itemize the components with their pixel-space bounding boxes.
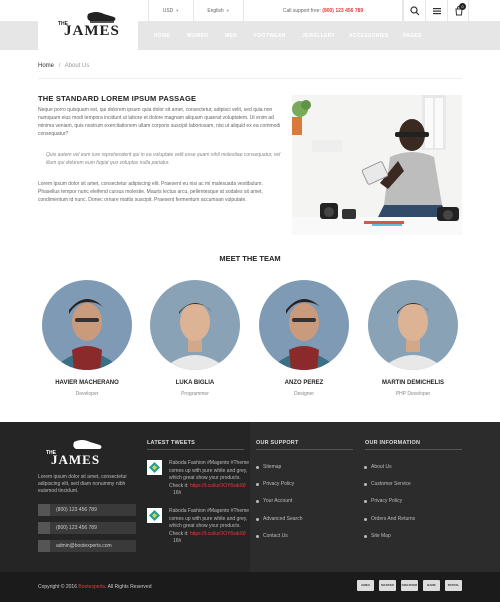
currency-value: USD xyxy=(162,8,174,14)
phone-text: (800) 123 456 789 xyxy=(56,507,97,513)
currency-select[interactable]: USD ▼ xyxy=(148,0,193,22)
member-role: PHP Developer xyxy=(395,391,431,397)
footer-link-privacy[interactable]: Privacy Policy xyxy=(255,481,294,487)
tweet-time: 16h xyxy=(173,490,182,496)
footer-link-account[interactable]: Your Account xyxy=(255,498,292,504)
nav-accessories[interactable]: ACCESSORIES xyxy=(349,22,389,50)
member-name: MARTIN DEMICHELIS xyxy=(382,380,444,386)
chevron-down-icon: ▼ xyxy=(175,8,180,13)
logo-name-text: JAMES xyxy=(64,23,120,39)
nav-footwear[interactable]: FOOTWEAR xyxy=(254,22,286,50)
support-phone[interactable]: (800) 123 456 789 xyxy=(322,8,363,14)
tweet-text: Raboda Fashion #Magento #Theme comes up … xyxy=(169,508,251,546)
divider xyxy=(365,449,462,450)
about-image xyxy=(292,95,462,235)
footer-logo-name: JAMES xyxy=(51,452,101,467)
phone-text: (800) 123 456 789 xyxy=(56,525,97,531)
chevron-down-icon: ▼ xyxy=(225,8,230,13)
logo[interactable]: THE JAMES xyxy=(38,5,138,50)
divider xyxy=(147,449,244,450)
breadcrumb-home[interactable]: Home xyxy=(38,63,54,69)
support-title: OUR SUPPORT xyxy=(256,440,299,446)
language-value: English xyxy=(207,8,224,14)
copyright-prefix: Copyright © 2016 xyxy=(38,584,77,590)
search-button[interactable] xyxy=(403,0,425,22)
about-paragraph-2: Lorem ipsum dolor sit amet, consectetur … xyxy=(38,181,263,203)
support-label: Call support free: xyxy=(282,8,321,14)
tweet-text: Raboda Fashion #Magento #Theme comes up … xyxy=(169,460,251,498)
tweet-avatar-icon xyxy=(147,508,162,523)
bank-icon: BANK xyxy=(423,580,440,591)
footer-email[interactable]: admin@bootexperts.com xyxy=(38,540,136,552)
nav-pages[interactable]: PAGES xyxy=(403,22,422,50)
footer-description: Lorem ipsum dolor sit amet, consectetur … xyxy=(38,474,127,494)
footer-phone-2: (800) 123 456 789 xyxy=(38,522,136,534)
tweet-link[interactable]: https://t.co/kzOOY6wbX8 xyxy=(190,531,246,537)
tweets-title: LATEST TWEETS xyxy=(147,440,196,446)
nav-men[interactable]: MEN xyxy=(225,22,237,50)
footer-link-site-map[interactable]: Site Map xyxy=(364,533,391,539)
phone-icon xyxy=(38,522,50,534)
breadcrumb-separator: / xyxy=(58,63,61,69)
amex-icon: AMEX xyxy=(357,580,374,591)
nav-jewellery[interactable]: JEWELLERY xyxy=(302,22,335,50)
discover-icon: DISCOVER xyxy=(401,580,418,591)
about-paragraph-1: Neque porro quisquam est, qui dolorem ip… xyxy=(38,107,281,137)
mastercard-icon: MASTER xyxy=(379,580,396,591)
divider xyxy=(38,78,462,79)
cart-button[interactable]: 0 xyxy=(447,0,469,22)
language-select[interactable]: English ▼ xyxy=(193,0,243,22)
nav-women[interactable]: WOMEN xyxy=(187,22,208,50)
mail-icon xyxy=(38,540,50,552)
footer-logo[interactable]: THE JAMES xyxy=(42,436,112,468)
cart-count-badge: 0 xyxy=(459,3,466,10)
phone-icon xyxy=(38,504,50,516)
footer-link-privacy-info[interactable]: Privacy Policy xyxy=(363,498,402,504)
member-avatar xyxy=(259,280,349,370)
breadcrumb: Home / About Us xyxy=(38,63,89,69)
menu-icon xyxy=(433,8,441,15)
team-title: MEET THE TEAM xyxy=(219,254,281,263)
footer-link-about[interactable]: About Us xyxy=(364,464,392,470)
tweet-link[interactable]: https://t.co/kzOOY6wbX8 xyxy=(190,483,246,489)
team-member: HAVIER MACHERANO Developer xyxy=(42,280,132,397)
member-avatar xyxy=(150,280,240,370)
team-member: LUKA BIGLIA Programmer xyxy=(150,280,240,397)
footer-phone-1: (800) 123 456 789 xyxy=(38,504,136,516)
team-member: ANZO PEREZ Designer xyxy=(259,280,349,397)
about-title: THE STANDARD LOREM IPSUM PASSAGE xyxy=(38,94,197,103)
footer-link-contact[interactable]: Contact Us xyxy=(256,533,288,539)
member-avatar xyxy=(42,280,132,370)
copyright-suffix: . All Rights Reserved xyxy=(105,584,152,590)
about-quote: Quis autem vel eum iure reprehenderit qu… xyxy=(46,152,281,166)
paypal-icon: PAYPAL xyxy=(445,580,462,591)
menu-button[interactable] xyxy=(425,0,447,22)
nav-home[interactable]: HOME xyxy=(154,22,170,50)
footer-link-sitemap[interactable]: Sitemap xyxy=(255,464,281,470)
tweet-time: 16h xyxy=(173,538,182,544)
breadcrumb-current: About Us xyxy=(64,63,90,69)
info-title: OUR INFORMATION xyxy=(365,440,421,446)
support-info: Call support free: (800) 123 456 789 xyxy=(243,0,403,22)
copyright-brand-link[interactable]: Bootexperts xyxy=(78,584,105,590)
tweet-avatar-icon xyxy=(147,460,162,475)
copyright: Copyright © 2016 Bootexperts. All Rights… xyxy=(38,584,151,590)
footer-link-orders[interactable]: Orders And Returns xyxy=(363,516,415,522)
divider xyxy=(256,449,353,450)
email-text: admin@bootexperts.com xyxy=(56,543,112,549)
footer-link-customer-service[interactable]: Customer Service xyxy=(364,481,411,487)
team-member: MARTIN DEMICHELIS PHP Developer xyxy=(368,280,458,397)
search-icon xyxy=(410,6,420,16)
footer-link-advanced-search[interactable]: Advanced Search xyxy=(255,516,302,522)
member-avatar xyxy=(368,280,458,370)
